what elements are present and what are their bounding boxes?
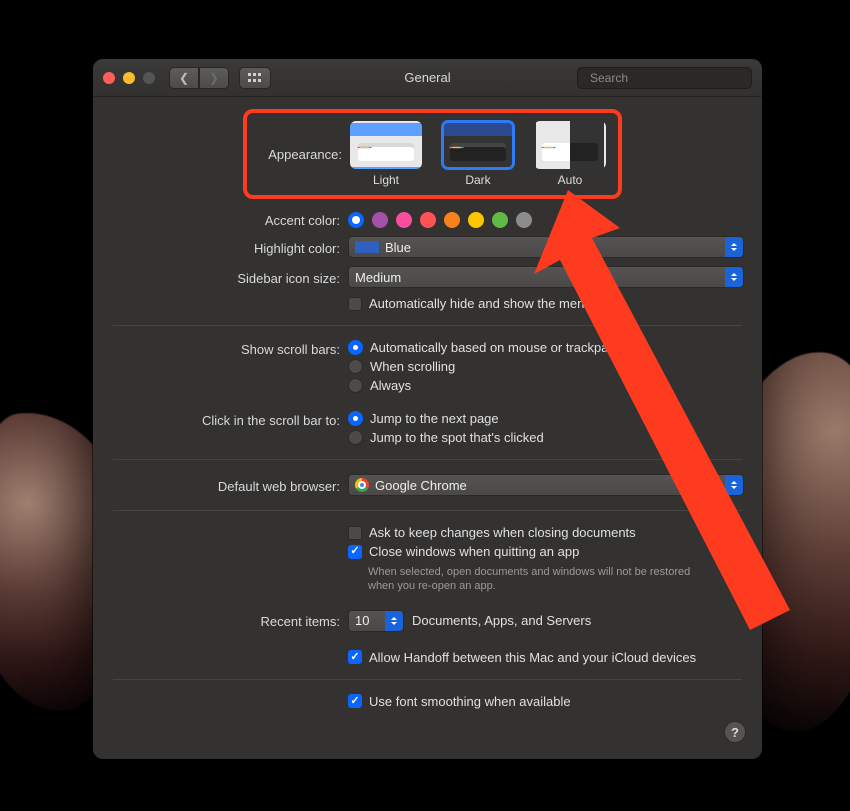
scrollbars-option-label: Always [370, 378, 411, 393]
highlight-color-chip [355, 241, 379, 253]
default-browser-value: Google Chrome [375, 478, 467, 493]
scrollclick-option-1[interactable]: Jump to the spot that's clicked [348, 430, 744, 445]
accent-color-orange[interactable] [444, 212, 460, 228]
appearance-thumb-light [350, 121, 422, 169]
accent-color-purple[interactable] [372, 212, 388, 228]
accent-color-graphite[interactable] [516, 212, 532, 228]
recent-items-select[interactable]: 10 [348, 610, 404, 632]
recent-items-value: 10 [355, 613, 369, 628]
accent-color-red[interactable] [420, 212, 436, 228]
appearance-option-label: Dark [442, 173, 514, 187]
help-button[interactable]: ? [724, 721, 746, 743]
sidebar-icon-size-select[interactable]: Medium [348, 266, 744, 288]
window-titlebar: ❮ ❯ General [93, 59, 762, 97]
window-traffic-lights [103, 72, 155, 84]
nav-forward-button[interactable]: ❯ [199, 67, 229, 89]
search-icon [584, 72, 585, 84]
accent-color-yellow[interactable] [468, 212, 484, 228]
scrollbars-option-label: Automatically based on mouse or trackpad [370, 340, 616, 355]
appearance-label: Appearance: [259, 147, 350, 162]
divider [113, 459, 742, 460]
scrollbars-option-2[interactable]: Always [348, 378, 744, 393]
close-window-button[interactable] [103, 72, 115, 84]
scrollbars-label: Show scroll bars: [93, 340, 348, 357]
appearance-option-auto[interactable]: Auto [534, 121, 606, 187]
minimize-window-button[interactable] [123, 72, 135, 84]
font-smoothing-label: Use font smoothing when available [369, 694, 571, 709]
accent-color-blue[interactable] [348, 212, 364, 228]
radio-icon [348, 411, 363, 426]
highlight-color-select[interactable]: Blue [348, 236, 744, 258]
font-smoothing-checkbox[interactable]: Use font smoothing when available [348, 694, 744, 709]
appearance-thumb-dark [442, 121, 514, 169]
search-field[interactable] [577, 67, 752, 89]
default-browser-label: Default web browser: [93, 477, 348, 494]
divider [113, 679, 742, 680]
appearance-option-light[interactable]: Light [350, 121, 422, 187]
sidebar-icon-size-label: Sidebar icon size: [93, 269, 348, 286]
show-all-prefs-button[interactable] [239, 67, 271, 89]
scrollbars-option-label: When scrolling [370, 359, 455, 374]
highlight-color-label: Highlight color: [93, 239, 348, 256]
help-icon: ? [731, 725, 739, 740]
scrollbars-option-1[interactable]: When scrolling [348, 359, 744, 374]
appearance-thumb-auto [534, 121, 606, 169]
appearance-option-dark[interactable]: Dark [442, 121, 514, 187]
checkbox-icon [348, 545, 362, 559]
scrollclick-label: Click in the scroll bar to: [93, 411, 348, 428]
stepper-arrows-icon [385, 611, 403, 631]
stepper-arrows-icon [725, 267, 743, 287]
checkbox-icon [348, 694, 362, 708]
divider [113, 510, 742, 511]
checkbox-icon [348, 526, 362, 540]
nav-back-button[interactable]: ❮ [169, 67, 199, 89]
radio-icon [348, 430, 363, 445]
scrollclick-option-0[interactable]: Jump to the next page [348, 411, 744, 426]
autohide-menubar-checkbox[interactable]: Automatically hide and show the menu bar [348, 296, 744, 311]
accent-color-pink[interactable] [396, 212, 412, 228]
accent-color-label: Accent color: [93, 211, 348, 228]
radio-icon [348, 359, 363, 374]
ask-keep-changes-label: Ask to keep changes when closing documen… [369, 525, 636, 540]
scrollclick-option-label: Jump to the spot that's clicked [370, 430, 544, 445]
handoff-checkbox[interactable]: Allow Handoff between this Mac and your … [348, 650, 744, 665]
accent-color-green[interactable] [492, 212, 508, 228]
ask-keep-changes-checkbox[interactable]: Ask to keep changes when closing documen… [348, 525, 744, 540]
close-windows-checkbox[interactable]: Close windows when quitting an app [348, 544, 744, 559]
search-input[interactable] [590, 71, 745, 85]
chevron-left-icon: ❮ [179, 71, 189, 85]
radio-icon [348, 340, 363, 355]
radio-icon [348, 378, 363, 393]
grid-icon [248, 73, 262, 83]
sidebar-icon-size-value: Medium [355, 270, 401, 285]
zoom-window-button[interactable] [143, 72, 155, 84]
accent-color-swatches [348, 212, 744, 228]
close-windows-label: Close windows when quitting an app [369, 544, 579, 559]
highlight-color-value: Blue [385, 240, 411, 255]
chrome-icon [355, 478, 369, 492]
recent-items-label: Recent items: [93, 612, 348, 629]
handoff-label: Allow Handoff between this Mac and your … [369, 650, 696, 665]
checkbox-icon [348, 297, 362, 311]
appearance-section-highlight: Appearance: Light Dark Auto [243, 109, 622, 199]
scrollbars-option-0[interactable]: Automatically based on mouse or trackpad [348, 340, 744, 355]
appearance-option-label: Light [350, 173, 422, 187]
chevron-right-icon: ❯ [209, 71, 219, 85]
autohide-menubar-label: Automatically hide and show the menu bar [369, 296, 614, 311]
divider [113, 325, 742, 326]
stepper-arrows-icon [725, 237, 743, 257]
checkbox-icon [348, 650, 362, 664]
appearance-option-label: Auto [534, 173, 606, 187]
recent-items-suffix: Documents, Apps, and Servers [412, 613, 591, 628]
stepper-arrows-icon [725, 475, 743, 495]
close-windows-note: When selected, open documents and window… [368, 565, 698, 594]
default-browser-select[interactable]: Google Chrome [348, 474, 744, 496]
prefs-window: ❮ ❯ General Appearance: [93, 59, 762, 759]
scrollclick-option-label: Jump to the next page [370, 411, 499, 426]
